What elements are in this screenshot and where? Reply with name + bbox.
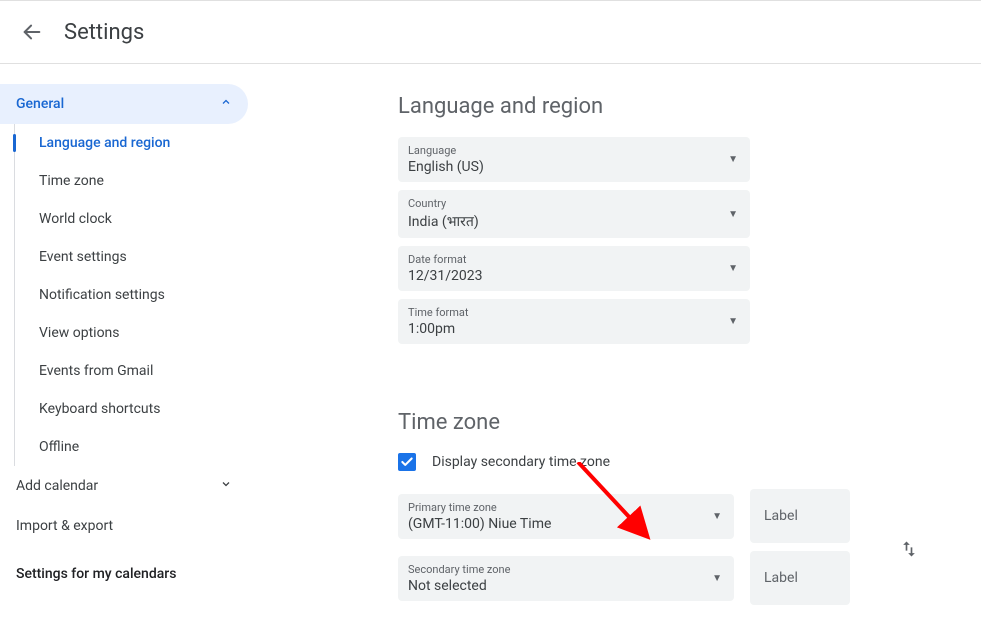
field-value: 12/31/2023 xyxy=(408,268,483,284)
sidebar-section-label: General xyxy=(16,96,64,112)
swap-vertical-icon xyxy=(899,539,919,559)
primary-timezone-dropdown[interactable]: Primary time zone (GMT-11:00) Niue Time … xyxy=(398,494,734,539)
secondary-tz-label-input[interactable]: Label xyxy=(750,551,850,605)
primary-tz-label-input[interactable]: Label xyxy=(750,489,850,543)
page-title: Settings xyxy=(64,20,144,45)
placeholder-text: Label xyxy=(764,570,798,586)
check-icon xyxy=(400,455,414,469)
sidebar-item-import-export[interactable]: Import & export xyxy=(0,506,248,546)
swap-timezones-button[interactable] xyxy=(899,539,919,563)
field-label: Secondary time zone xyxy=(408,563,510,576)
sidebar-item-label: Import & export xyxy=(16,518,113,534)
sidebar-item-world-clock[interactable]: World clock xyxy=(15,200,248,238)
field-value: India (भारत) xyxy=(408,212,479,231)
field-value: (GMT-11:00) Niue Time xyxy=(408,516,551,532)
sidebar-item-events-gmail[interactable]: Events from Gmail xyxy=(15,352,248,390)
arrow-left-icon xyxy=(21,21,43,43)
date-format-dropdown[interactable]: Date format 12/31/2023 ▼ xyxy=(398,246,750,291)
sidebar-item-notification-settings[interactable]: Notification settings xyxy=(15,276,248,314)
sidebar-section-general[interactable]: General xyxy=(0,84,248,124)
main-content: Language and region Language English (US… xyxy=(248,64,981,626)
field-label: Time format xyxy=(408,306,469,319)
dropdown-icon: ▼ xyxy=(728,209,738,220)
sidebar-section-add-calendar[interactable]: Add calendar xyxy=(0,466,248,506)
dropdown-icon: ▼ xyxy=(712,573,722,584)
section-title-language-region: Language and region xyxy=(398,94,981,119)
section-title-timezone: Time zone xyxy=(398,410,981,435)
language-dropdown[interactable]: Language English (US) ▼ xyxy=(398,137,750,182)
checkbox-label: Display secondary time zone xyxy=(432,454,610,470)
field-value: Not selected xyxy=(408,578,510,594)
dropdown-icon: ▼ xyxy=(728,316,738,327)
sidebar-item-view-options[interactable]: View options xyxy=(15,314,248,352)
field-label: Date format xyxy=(408,253,483,266)
time-format-dropdown[interactable]: Time format 1:00pm ▼ xyxy=(398,299,750,344)
field-value: English (US) xyxy=(408,159,484,175)
sidebar-section-label: Add calendar xyxy=(16,478,98,494)
placeholder-text: Label xyxy=(764,508,798,524)
sidebar-item-language-region[interactable]: Language and region xyxy=(15,124,248,162)
back-button[interactable] xyxy=(20,20,44,44)
top-bar: Settings xyxy=(0,0,981,64)
field-value: 1:00pm xyxy=(408,321,469,337)
dropdown-icon: ▼ xyxy=(728,263,738,274)
sidebar-item-event-settings[interactable]: Event settings xyxy=(15,238,248,276)
display-secondary-tz-row: Display secondary time zone xyxy=(398,453,981,471)
chevron-down-icon xyxy=(220,478,232,494)
dropdown-icon: ▼ xyxy=(728,154,738,165)
sidebar-item-timezone[interactable]: Time zone xyxy=(15,162,248,200)
sidebar-item-keyboard-shortcuts[interactable]: Keyboard shortcuts xyxy=(15,390,248,428)
display-secondary-checkbox[interactable] xyxy=(398,453,416,471)
secondary-timezone-dropdown[interactable]: Secondary time zone Not selected ▼ xyxy=(398,556,734,601)
field-label: Language xyxy=(408,144,484,157)
sidebar-item-offline[interactable]: Offline xyxy=(15,428,248,466)
sidebar-heading-my-calendars: Settings for my calendars xyxy=(0,546,248,592)
field-label: Primary time zone xyxy=(408,501,551,514)
sidebar: General Language and region Time zone Wo… xyxy=(0,64,248,626)
chevron-up-icon xyxy=(220,96,232,112)
country-dropdown[interactable]: Country India (भारत) ▼ xyxy=(398,190,750,238)
dropdown-icon: ▼ xyxy=(712,511,722,522)
field-label: Country xyxy=(408,197,479,210)
